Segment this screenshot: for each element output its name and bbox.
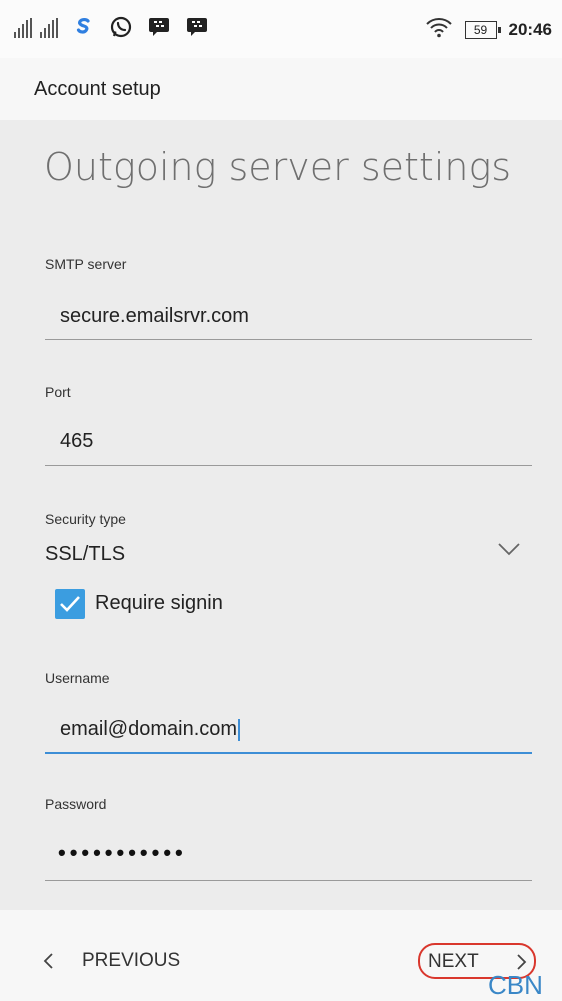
watermark-logo: CBN — [488, 970, 543, 1000]
require-signin-checkbox[interactable] — [55, 589, 85, 619]
status-left — [14, 14, 210, 40]
chevron-left-icon — [43, 953, 53, 969]
password-underline — [45, 880, 532, 881]
whatsapp-icon — [108, 14, 134, 40]
bbm-icon — [184, 14, 210, 40]
port-field[interactable]: 465 — [60, 430, 93, 453]
checkmark-icon — [60, 596, 80, 612]
skype-icon — [70, 14, 96, 40]
smtp-server-underline — [45, 339, 532, 340]
bottom-nav-bar: PREVIOUS NEXT — [0, 910, 562, 1001]
username-underline — [45, 752, 532, 754]
password-field[interactable]: ••••••••••• — [58, 840, 187, 866]
port-underline — [45, 465, 532, 466]
wifi-icon — [425, 16, 453, 43]
port-label: Port — [45, 384, 71, 400]
clock: 20:46 — [508, 19, 552, 39]
username-label: Username — [45, 670, 110, 686]
app-bar-title: Account setup — [34, 78, 161, 100]
settings-form: Outgoing server settings SMTP server sec… — [0, 120, 562, 910]
smtp-server-label: SMTP server — [45, 256, 127, 272]
next-label: NEXT — [428, 951, 479, 972]
smtp-server-field[interactable]: secure.emailsrvr.com — [60, 305, 249, 328]
status-right: 59 20:46 — [425, 16, 552, 43]
previous-button[interactable]: PREVIOUS — [42, 950, 180, 972]
chevron-right-icon — [517, 954, 527, 970]
text-cursor — [238, 718, 241, 741]
password-label: Password — [45, 796, 107, 812]
chevron-down-icon[interactable] — [496, 540, 522, 558]
signal-icon — [14, 16, 58, 38]
username-value: email@domain.com — [60, 718, 238, 740]
page-title: Outgoing server settings — [44, 145, 512, 189]
security-type-label: Security type — [45, 511, 126, 527]
require-signin-label[interactable]: Require signin — [95, 592, 223, 615]
status-bar: 59 20:46 — [0, 0, 562, 58]
battery-icon: 59 — [464, 20, 501, 39]
username-field[interactable]: email@domain.com — [60, 718, 241, 741]
security-type-select[interactable]: SSL/TLS — [45, 543, 125, 566]
previous-label: PREVIOUS — [82, 950, 181, 971]
bbm-icon — [146, 14, 172, 40]
app-bar: Account setup — [0, 58, 562, 120]
